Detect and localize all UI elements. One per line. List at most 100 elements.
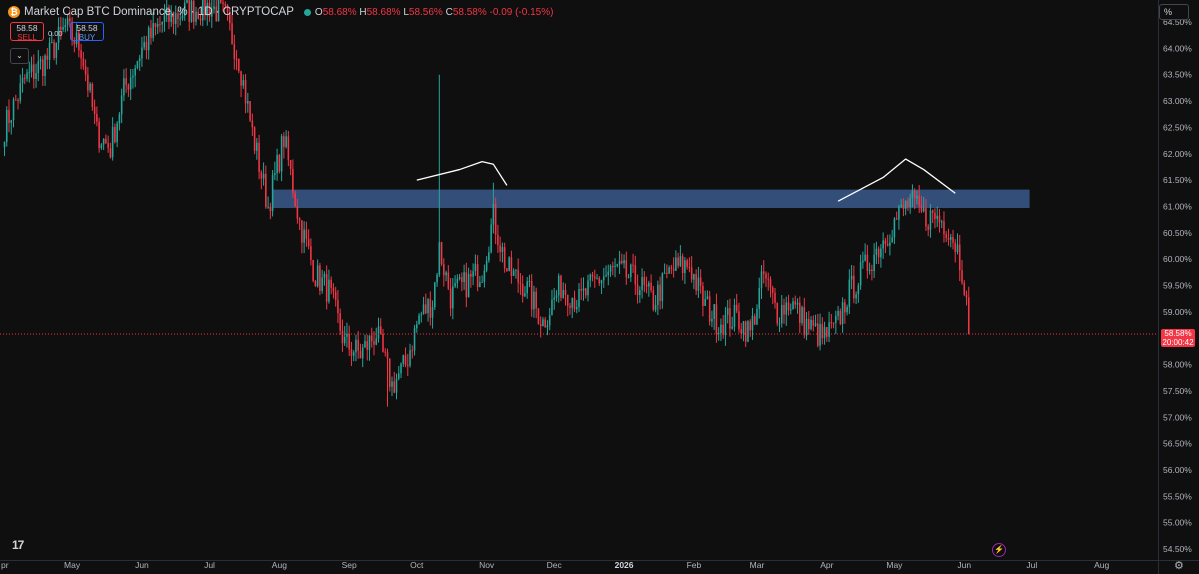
candle-body — [965, 294, 968, 298]
candle-body — [357, 339, 360, 351]
candle-body — [321, 277, 323, 291]
candle-body — [945, 234, 948, 238]
tradingview-logo-icon[interactable]: 17 — [12, 538, 24, 552]
candle-body — [661, 273, 664, 301]
high-label: H — [359, 6, 367, 18]
candle-body — [93, 106, 96, 114]
candle-body — [675, 257, 677, 271]
candle-body — [668, 267, 670, 274]
candle-body — [391, 381, 393, 387]
candle-body — [605, 275, 607, 277]
candle-body — [82, 58, 85, 67]
candle-body — [699, 277, 702, 286]
candle-body — [686, 260, 688, 267]
candle-body — [546, 325, 549, 328]
candle-body — [918, 195, 920, 206]
candle-body — [512, 270, 515, 276]
candle-body — [846, 306, 848, 313]
candle-body — [434, 282, 436, 308]
x-tick-label: Jul — [204, 560, 215, 570]
candle-body — [51, 42, 53, 44]
candle-body — [159, 23, 161, 25]
candle-body — [465, 272, 468, 298]
candle-body — [778, 323, 781, 325]
candle-body — [37, 61, 40, 74]
scale-percent-button[interactable]: % — [1159, 4, 1189, 20]
candle-body — [364, 341, 366, 348]
candle-body — [830, 322, 833, 324]
y-tick-label: 59.00% — [1163, 307, 1192, 317]
candle-body — [785, 302, 788, 315]
candle-body — [251, 120, 254, 128]
candle-body — [792, 301, 794, 310]
price-chart[interactable]: 54.50% 55.00% 55.50% 56.00% 56.50% 57.00% 57.5… — [0, 0, 1199, 574]
sell-price: 58.58 — [16, 23, 38, 33]
candle-body — [839, 310, 842, 324]
candle-body — [438, 242, 441, 275]
candle-body — [600, 280, 603, 284]
candle-body — [837, 310, 839, 316]
candle-body — [8, 109, 10, 123]
candle-body — [911, 190, 914, 198]
sell-button[interactable]: 58.58 SELL — [10, 22, 44, 42]
ohlc-values: O58.68% H58.68% L58.56% C58.58% -0.09 (-… — [315, 7, 554, 18]
candle-body — [452, 286, 454, 309]
candle-body — [677, 257, 679, 266]
candle-body — [765, 273, 767, 279]
candle-body — [722, 324, 724, 335]
candle-body — [821, 324, 824, 339]
y-tick-label: 57.50% — [1163, 386, 1192, 396]
candle-body — [339, 313, 341, 331]
candle-body — [102, 138, 105, 145]
candle-body — [584, 288, 587, 296]
candle-body — [742, 321, 745, 334]
candle-body — [841, 302, 844, 324]
candle-body — [145, 42, 148, 51]
buy-price: 58.58 — [76, 23, 98, 33]
candle-body — [659, 284, 661, 301]
candle-body — [679, 256, 682, 266]
candle-body — [880, 248, 882, 258]
candle-body — [862, 260, 864, 263]
candle-body — [562, 289, 565, 298]
candle-body — [873, 254, 875, 272]
candle-body — [242, 80, 245, 86]
candle-body — [109, 148, 112, 158]
candle-body — [548, 315, 551, 326]
candle-body — [956, 244, 959, 253]
candle-body — [515, 269, 517, 271]
open-label: O — [314, 6, 323, 18]
candle-body — [436, 274, 438, 283]
candle-body — [537, 308, 540, 325]
candle-body — [240, 71, 242, 86]
candle-body — [384, 351, 387, 353]
candle-body — [425, 304, 427, 314]
candle-body — [14, 99, 17, 101]
candle-body — [141, 47, 143, 59]
candle-body — [684, 260, 686, 274]
candle-body — [154, 23, 157, 27]
lightning-icon[interactable]: ⚡ — [992, 543, 1006, 557]
candle-body — [64, 25, 67, 28]
buy-button[interactable]: 58.58 BUY — [70, 22, 104, 42]
candle-body — [889, 242, 891, 246]
gear-icon[interactable]: ⚙ — [1174, 559, 1184, 572]
candle-body — [794, 301, 797, 305]
x-tick-label: Aug — [272, 560, 287, 570]
candle-body — [447, 272, 450, 289]
candle-body — [23, 77, 26, 79]
candle-body — [458, 277, 461, 279]
candle-body — [943, 221, 945, 235]
candle-body — [823, 327, 826, 339]
candle-body — [589, 274, 592, 281]
candle-body — [219, 0, 222, 3]
candle-body — [406, 365, 409, 367]
collapse-legend-button[interactable]: ⌄ — [10, 48, 29, 64]
candle-body — [249, 101, 251, 121]
candle-body — [314, 280, 317, 287]
candle-body — [886, 244, 889, 246]
candle-body — [575, 307, 578, 310]
symbol-title[interactable]: Market Cap BTC Dominance, % · 1D · CRYPT… — [24, 6, 294, 18]
candle-body — [278, 155, 281, 172]
candle-body — [508, 257, 510, 271]
